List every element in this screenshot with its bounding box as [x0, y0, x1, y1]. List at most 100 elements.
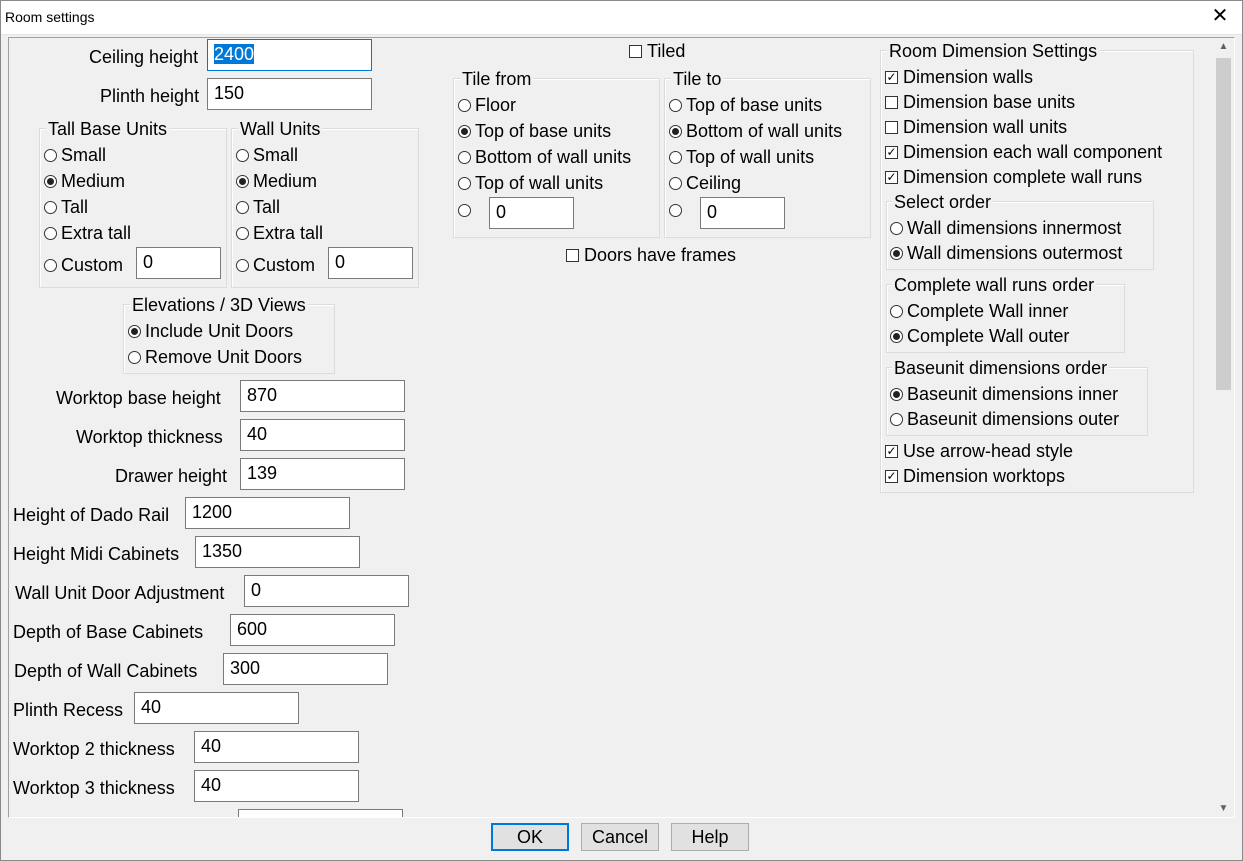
ceiling-height-label: Ceiling height [89, 47, 199, 67]
window-title: Room settings [5, 9, 95, 25]
base-depth-input[interactable]: 600 [230, 614, 395, 646]
checkmark-icon: ✓ [885, 468, 898, 483]
drawer-height-input[interactable]: 139 [240, 458, 405, 490]
dimension-complete-runs-checkbox[interactable]: ✓ Dimension complete wall runs [885, 166, 1142, 188]
ok-button[interactable]: OK [491, 823, 569, 851]
wall-dim-outermost-radio[interactable]: Wall dimensions outermost [890, 242, 1122, 264]
checkbox-icon [885, 120, 898, 134]
dimension-walls-checkbox[interactable]: ✓ Dimension walls [885, 66, 1033, 88]
title-bar: Room settings ✕ [0, 0, 1243, 35]
radio-selected-icon [44, 174, 57, 188]
complete-wall-inner-radio[interactable]: Complete Wall inner [890, 300, 1068, 322]
partially-visible-input[interactable] [238, 809, 403, 817]
wall-dim-innermost-radio[interactable]: Wall dimensions innermost [890, 217, 1121, 239]
worktop-base-height-input[interactable]: 870 [240, 380, 405, 412]
cancel-button[interactable]: Cancel [581, 823, 659, 851]
dimension-worktops-checkbox[interactable]: ✓ Dimension worktops [885, 465, 1065, 487]
wall-door-adjust-label: Wall Unit Door Adjustment [15, 583, 225, 603]
wall-custom-radio[interactable]: Custom [236, 254, 315, 276]
radio-icon [236, 258, 249, 272]
tiled-checkbox[interactable]: Tiled [629, 40, 685, 62]
radio-icon [890, 412, 903, 426]
radio-icon [890, 221, 903, 235]
ceiling-height-input[interactable]: 2400 [207, 39, 372, 71]
wall-tall-radio[interactable]: Tall [236, 196, 280, 218]
baseunit-order-title: Baseunit dimensions order [892, 357, 1110, 379]
worktop3-input[interactable]: 40 [194, 770, 359, 802]
remove-unit-doors-radio[interactable]: Remove Unit Doors [128, 346, 302, 368]
tall-tall-radio[interactable]: Tall [44, 196, 88, 218]
complete-wall-outer-radio[interactable]: Complete Wall outer [890, 325, 1069, 347]
select-order-title: Select order [892, 191, 994, 213]
radio-icon [44, 258, 57, 272]
wall-door-adjust-input[interactable]: 0 [244, 575, 409, 607]
plinth-recess-label: Plinth Recess [13, 700, 124, 720]
plinth-height-label: Plinth height [100, 86, 200, 106]
checkmark-icon: ✓ [885, 169, 898, 184]
dado-rail-input[interactable]: 1200 [185, 497, 350, 529]
doors-have-frames-checkbox[interactable]: Doors have frames [566, 244, 736, 266]
radio-icon [44, 226, 57, 240]
tile-from-bottom-wall-radio[interactable]: Bottom of wall units [458, 146, 631, 168]
radio-selected-icon [669, 124, 682, 138]
wall-extra-tall-radio[interactable]: Extra tall [236, 222, 323, 244]
dimension-wall-units-checkbox[interactable]: Dimension wall units [885, 116, 1067, 138]
close-icon[interactable]: ✕ [1197, 0, 1243, 34]
tile-from-top-base-radio[interactable]: Top of base units [458, 120, 611, 142]
worktop-thickness-input[interactable]: 40 [240, 419, 405, 451]
plinth-height-input[interactable]: 150 [207, 78, 372, 110]
wall-small-radio[interactable]: Small [236, 144, 298, 166]
scrollbar-thumb[interactable] [1216, 58, 1231, 390]
radio-icon [44, 200, 57, 214]
room-dimension-title: Room Dimension Settings [887, 40, 1100, 62]
wall-depth-input[interactable]: 300 [223, 653, 388, 685]
tall-custom-radio[interactable]: Custom [44, 254, 123, 276]
tile-to-top-wall-radio[interactable]: Top of wall units [669, 146, 814, 168]
tall-small-radio[interactable]: Small [44, 144, 106, 166]
radio-selected-icon [890, 329, 903, 343]
tall-custom-input[interactable]: 0 [136, 247, 221, 279]
arrow-head-style-checkbox[interactable]: ✓ Use arrow-head style [885, 440, 1073, 462]
tile-from-top-wall-radio[interactable]: Top of wall units [458, 172, 603, 194]
radio-icon [458, 204, 471, 217]
worktop2-input[interactable]: 40 [194, 731, 359, 763]
radio-icon [236, 226, 249, 240]
plinth-recess-input[interactable]: 40 [134, 692, 299, 724]
radio-icon [128, 350, 141, 364]
radio-selected-icon [128, 324, 141, 338]
tile-to-bottom-wall-radio[interactable]: Bottom of wall units [669, 120, 842, 142]
scroll-down-icon[interactable]: ▼ [1215, 800, 1232, 817]
complete-runs-order-title: Complete wall runs order [892, 274, 1097, 296]
tall-medium-radio[interactable]: Medium [44, 170, 125, 192]
tile-to-custom-radio[interactable] [669, 204, 686, 217]
base-depth-label: Depth of Base Cabinets [13, 622, 204, 642]
dimension-base-units-checkbox[interactable]: Dimension base units [885, 91, 1075, 113]
tile-from-custom-radio[interactable] [458, 204, 475, 217]
radio-icon [44, 148, 57, 162]
help-button[interactable]: Help [671, 823, 749, 851]
radio-icon [458, 176, 471, 190]
scroll-up-icon[interactable]: ▲ [1215, 38, 1232, 55]
tile-to-ceiling-radio[interactable]: Ceiling [669, 172, 741, 194]
tile-to-custom-input[interactable]: 0 [700, 197, 785, 229]
wall-custom-input[interactable]: 0 [328, 247, 413, 279]
radio-icon [458, 150, 471, 164]
wall-depth-label: Depth of Wall Cabinets [14, 661, 198, 681]
tile-from-custom-input[interactable]: 0 [489, 197, 574, 229]
worktop-thickness-label: Worktop thickness [76, 427, 223, 447]
dimension-each-component-checkbox[interactable]: ✓ Dimension each wall component [885, 141, 1162, 163]
tile-from-floor-radio[interactable]: Floor [458, 94, 516, 116]
baseunit-inner-radio[interactable]: Baseunit dimensions inner [890, 383, 1118, 405]
midi-cabinets-input[interactable]: 1350 [195, 536, 360, 568]
radio-selected-icon [236, 174, 249, 188]
worktop-base-height-label: Worktop base height [56, 388, 221, 408]
radio-icon [458, 98, 471, 112]
baseunit-outer-radio[interactable]: Baseunit dimensions outer [890, 408, 1119, 430]
include-unit-doors-radio[interactable]: Include Unit Doors [128, 320, 293, 342]
drawer-height-label: Drawer height [115, 466, 228, 486]
tall-extra-tall-radio[interactable]: Extra tall [44, 222, 131, 244]
tile-to-top-base-radio[interactable]: Top of base units [669, 94, 822, 116]
vertical-scrollbar[interactable]: ▲ ▼ [1215, 38, 1232, 817]
wall-medium-radio[interactable]: Medium [236, 170, 317, 192]
tile-to-title: Tile to [671, 68, 724, 90]
